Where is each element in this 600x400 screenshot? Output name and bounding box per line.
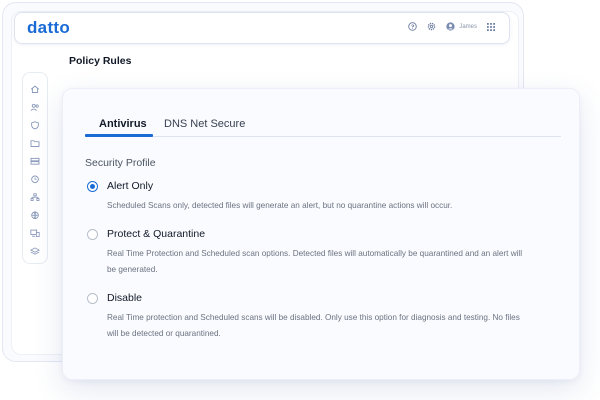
settings-icon[interactable]	[427, 22, 436, 31]
user-name[interactable]: James	[459, 24, 477, 30]
disable-radio[interactable]	[87, 293, 98, 304]
alert-only-label[interactable]: Alert Only	[107, 180, 153, 192]
disable-label[interactable]: Disable	[107, 292, 142, 304]
shield-icon[interactable]	[30, 121, 40, 130]
apps-grid-icon[interactable]	[487, 22, 495, 31]
sidebar-nav	[22, 72, 48, 264]
users-icon[interactable]	[30, 103, 40, 112]
active-tab-indicator	[85, 134, 153, 137]
disable-description: Real Time protection and Scheduled scans…	[107, 313, 520, 338]
security-profile-label: Security Profile	[85, 157, 156, 169]
clock-icon[interactable]	[30, 175, 40, 184]
tab-antivirus[interactable]: Antivirus	[99, 118, 147, 130]
folder-icon[interactable]	[30, 139, 40, 148]
home-icon[interactable]	[30, 85, 40, 94]
policy-tabs: Antivirus DNS Net Secure	[85, 115, 561, 137]
server-icon[interactable]	[30, 157, 40, 166]
datto-logo[interactable]: datto	[27, 18, 70, 38]
alert-only-description: Scheduled Scans only, detected files wil…	[107, 201, 453, 210]
page-title: Policy Rules	[69, 55, 132, 67]
network-icon[interactable]	[30, 193, 40, 202]
top-navigation-bar: datto James	[14, 12, 510, 44]
topbar-actions: James	[408, 22, 495, 31]
devices-icon[interactable]	[30, 229, 40, 238]
user-avatar-icon[interactable]	[446, 22, 455, 31]
protect-quarantine-radio[interactable]	[87, 229, 98, 240]
protect-quarantine-label[interactable]: Protect & Quarantine	[107, 228, 205, 240]
alert-only-radio[interactable]	[87, 181, 98, 192]
tab-dns-net-secure[interactable]: DNS Net Secure	[164, 118, 245, 130]
layers-icon[interactable]	[30, 247, 40, 256]
policy-settings-card: Antivirus DNS Net Secure Security Profil…	[62, 88, 580, 380]
protect-quarantine-description: Real Time Protection and Scheduled scan …	[107, 249, 523, 274]
globe-icon[interactable]	[30, 211, 40, 220]
help-icon[interactable]	[408, 22, 418, 31]
